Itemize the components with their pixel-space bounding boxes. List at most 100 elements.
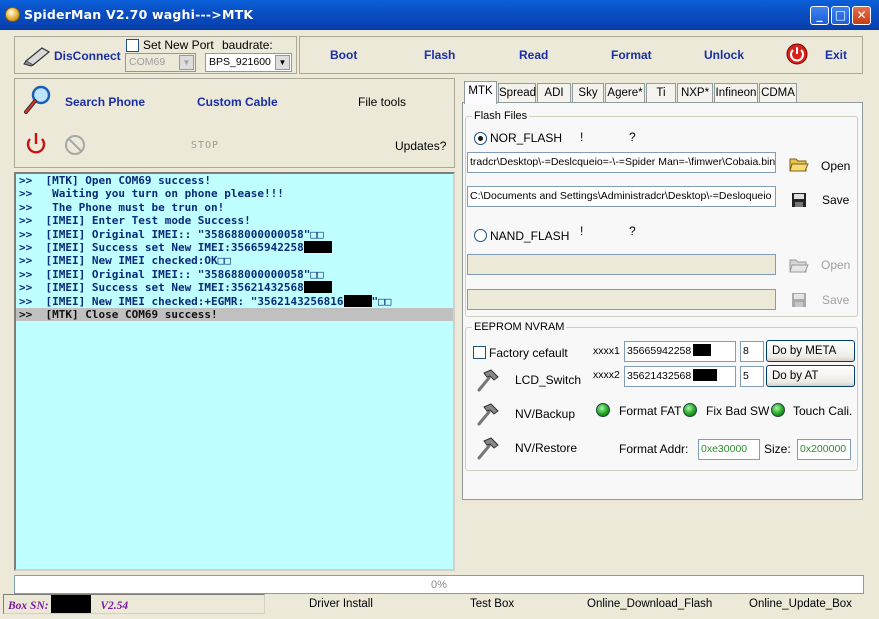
custom-cable-button[interactable]: Custom Cable	[197, 95, 278, 109]
disconnect-button[interactable]: DisConnect	[54, 49, 121, 63]
close-button[interactable]: ✕	[852, 6, 871, 25]
folder-open-icon	[789, 158, 809, 172]
file-tools-button[interactable]: File tools	[358, 95, 406, 109]
box-sn-cell: Box SN: V2.54	[3, 594, 265, 614]
tab-cdma[interactable]: CDMA	[759, 83, 797, 103]
exit-button[interactable]: Exit	[825, 48, 847, 62]
power-icon	[26, 133, 46, 154]
redaction-block	[693, 344, 712, 356]
log-line-text: >> [IMEI] Enter Test mode Success!	[19, 214, 251, 228]
search-phone-button[interactable]: Search Phone	[65, 95, 145, 109]
tab-infineon[interactable]: Infineon	[714, 83, 758, 103]
set-new-port-checkbox[interactable]	[126, 39, 139, 52]
app-icon	[5, 7, 20, 22]
search-icon	[24, 85, 51, 114]
save-button-disabled: Save	[822, 293, 850, 307]
log-line-text: >> [MTK] Close COM69 success!	[19, 307, 218, 321]
format-addr-label: Format Addr:	[619, 442, 689, 456]
online-update-box-button[interactable]: Online_Update_Box	[749, 594, 852, 614]
unlock-button[interactable]: Unlock	[704, 48, 744, 62]
minimize-button[interactable]: _	[810, 6, 829, 25]
nand-excl: !	[580, 224, 584, 238]
nand-flash-radio[interactable]	[474, 229, 487, 242]
imei2-value: 35621432568	[627, 370, 692, 382]
log-line-text: >> [IMEI] New IMEI checked:+EGMR: "35621…	[19, 294, 344, 308]
tab-spread[interactable]: Spread	[498, 83, 536, 103]
nor-flash-radio[interactable]	[474, 132, 487, 145]
do-by-meta-button[interactable]: Do by META	[766, 340, 855, 362]
factory-default-checkbox[interactable]	[473, 346, 486, 359]
set-new-port-label: Set New Port	[143, 38, 214, 52]
updates-button[interactable]: Updates?	[395, 139, 446, 153]
redaction-block	[303, 240, 332, 253]
nor-question: ?	[629, 130, 636, 144]
log-line-text: >> [MTK] Open COM69 success!	[19, 174, 212, 187]
nand-file2-input	[467, 289, 776, 310]
log-line-text: >> [IMEI] Original IMEI:: "3586880000000…	[19, 227, 324, 241]
status-bar: Box SN: V2.54 Driver Install Test Box On…	[0, 592, 879, 619]
maximize-button[interactable]: □	[831, 6, 850, 25]
fix-bad-sw-label: Fix Bad SW	[706, 404, 770, 418]
port-select[interactable]: COM69 ▼	[125, 53, 196, 72]
chevron-down-icon: ▼	[179, 55, 194, 70]
log-line: >> [IMEI] Original IMEI:: "3586880000000…	[16, 228, 453, 241]
size-input[interactable]: 0x200000	[797, 439, 851, 460]
flash-button[interactable]: Flash	[424, 48, 455, 62]
format-button[interactable]: Format	[611, 48, 652, 62]
hammer-icon	[477, 403, 499, 426]
format-fat-led[interactable]	[596, 403, 610, 417]
nand-file1-input	[467, 254, 776, 275]
hammer-icon	[477, 369, 499, 392]
connector-icon	[23, 47, 51, 67]
test-box-button[interactable]: Test Box	[470, 594, 514, 614]
save-button[interactable]: Save	[822, 193, 849, 207]
xxxx1-label: xxxx1	[593, 345, 620, 357]
online-download-flash-button[interactable]: Online_Download_Flash	[587, 594, 712, 614]
log-line: >> [IMEI] Success set New IMEI:356659422…	[16, 240, 453, 254]
hammer-icon	[477, 437, 499, 460]
save-icon	[792, 293, 806, 307]
flash-file1-input[interactable]: tradcr\Desktop\-=Deslcqueio=-\-=Spider M…	[467, 152, 776, 173]
format-addr-input[interactable]: 0xe30000	[698, 439, 760, 460]
tab-adi[interactable]: ADI	[537, 83, 571, 103]
imei2-input[interactable]: 35621432568	[624, 366, 736, 387]
save-icon	[792, 193, 806, 207]
open-button[interactable]: Open	[821, 159, 850, 173]
exit-icon	[786, 43, 808, 65]
format-fat-label: Format FAT	[619, 404, 682, 418]
imei1-digit-input[interactable]: 8	[740, 341, 764, 362]
redaction-block	[693, 369, 718, 381]
imei1-value: 35665942258	[627, 345, 692, 357]
redaction-block	[343, 294, 372, 307]
do-by-at-button[interactable]: Do by AT	[766, 365, 855, 387]
baudrate-select[interactable]: BPS_921600 ▼	[205, 53, 292, 72]
lcd-switch-button[interactable]: LCD_Switch	[515, 373, 581, 387]
log-line: >> [MTK] Close COM69 success!	[16, 307, 453, 322]
tab-nxp[interactable]: NXP*	[677, 83, 713, 103]
imei1-input[interactable]: 35665942258	[624, 341, 736, 362]
boot-button[interactable]: Boot	[330, 48, 357, 62]
redaction-block	[51, 595, 92, 613]
tab-mtk[interactable]: MTK	[464, 81, 497, 104]
nv-backup-button[interactable]: NV/Backup	[515, 407, 575, 421]
log-line: >> [IMEI] Original IMEI:: "3586880000000…	[16, 268, 453, 281]
log-console[interactable]: >> [MTK] Open COM69 success! >> Waiting y…	[14, 172, 455, 571]
touch-cali-led[interactable]	[771, 403, 785, 417]
stop-button[interactable]: STOP	[191, 140, 219, 151]
log-line: >> [IMEI] New IMEI checked:+EGMR: "35621…	[16, 294, 453, 308]
tab-ti[interactable]: Ti	[646, 83, 676, 103]
driver-install-button[interactable]: Driver Install	[309, 594, 373, 614]
log-line-text: >> [IMEI] Original IMEI:: "3586880000000…	[19, 267, 324, 281]
fix-bad-sw-led[interactable]	[683, 403, 697, 417]
title-bar[interactable]: SpiderMan V2.70 waghi--->MTK _ □ ✕	[0, 0, 879, 30]
tab-sky[interactable]: Sky	[572, 83, 604, 103]
xxxx2-label: xxxx2	[593, 369, 620, 381]
flash-file2-input[interactable]: C:\Documents and Settings\Administradcr\…	[467, 186, 776, 207]
log-line-text: >> [IMEI] Success set New IMEI:356214325…	[19, 281, 304, 295]
nv-restore-button[interactable]: NV/Restore	[515, 441, 577, 455]
chevron-down-icon: ▼	[275, 55, 290, 70]
read-button[interactable]: Read	[519, 48, 548, 62]
imei2-digit-input[interactable]: 5	[740, 366, 764, 387]
port-value: COM69	[129, 56, 166, 68]
tab-agere[interactable]: Agere*	[605, 83, 645, 103]
